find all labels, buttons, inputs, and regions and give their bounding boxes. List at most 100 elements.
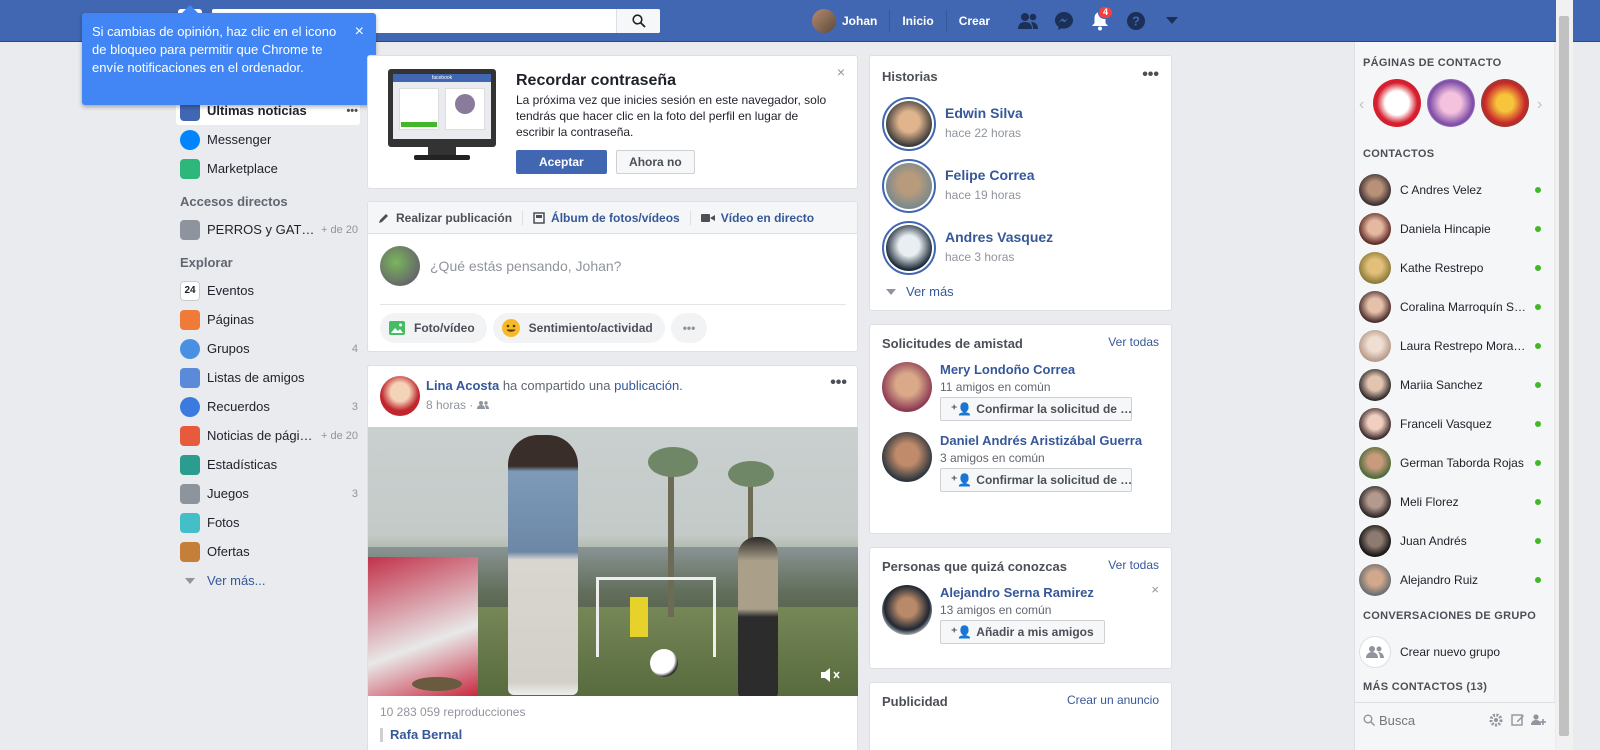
gear-icon[interactable]: [1489, 713, 1503, 727]
messenger-button[interactable]: [1046, 8, 1082, 34]
feeling-activity-button[interactable]: Sentimiento/actividad: [492, 313, 665, 343]
story-item[interactable]: Edwin Silva hace 22 horas: [882, 97, 1023, 151]
sidebar-item-groups[interactable]: Grupos 4: [180, 334, 360, 363]
dismiss-suggestion-icon[interactable]: ×: [1151, 582, 1159, 597]
add-friend-icon: ⁺👤: [951, 625, 973, 639]
chevron-left-icon[interactable]: ‹: [1359, 96, 1364, 114]
shared-post-link[interactable]: publicación.: [614, 378, 683, 393]
shared-author-link[interactable]: Rafa Bernal: [390, 727, 462, 742]
sidebar-item-pages-feed[interactable]: Noticias de pági… + de 20: [180, 421, 360, 450]
contact-name: Franceli Vasquez: [1400, 416, 1492, 431]
avatar[interactable]: [882, 585, 932, 635]
help-button[interactable]: ?: [1118, 8, 1154, 34]
sidebar-item-offers[interactable]: Ofertas: [180, 537, 360, 566]
search-icon: [1363, 714, 1375, 726]
contact-item[interactable]: C Andres Velez: [1359, 170, 1547, 209]
tab-create-post[interactable]: Realizar publicación: [378, 210, 524, 225]
sidebar-item-photos[interactable]: Fotos: [180, 508, 360, 537]
contact-item[interactable]: Coralina Marroquín S…: [1359, 287, 1547, 326]
contact-item[interactable]: Laura Restrepo Mora…: [1359, 326, 1547, 365]
contact-item[interactable]: Alejandro Ruiz: [1359, 560, 1547, 599]
profile-link[interactable]: Johan: [812, 9, 889, 33]
post-author-link[interactable]: Lina Acosta: [426, 378, 499, 393]
create-link[interactable]: Crear: [945, 10, 1002, 32]
stories-title: Historias: [882, 69, 938, 84]
tab-live-video[interactable]: Vídeo en directo: [700, 211, 824, 225]
scrollbar-thumb[interactable]: [1559, 16, 1569, 736]
contact-item[interactable]: German Taborda Rojas: [1359, 443, 1547, 482]
close-icon[interactable]: ×: [837, 64, 845, 80]
not-now-button[interactable]: Ahora no: [616, 150, 695, 174]
story-item[interactable]: Felipe Correa hace 19 horas: [882, 159, 1034, 213]
contact-item[interactable]: Meli Florez: [1359, 482, 1547, 521]
contact-name: Juan Andrés: [1400, 533, 1467, 548]
close-icon[interactable]: ×: [355, 23, 364, 41]
contact-name: C Andres Velez: [1400, 182, 1483, 197]
suggestion-name[interactable]: Alejandro Serna Ramirez: [940, 585, 1105, 600]
video-player[interactable]: [368, 427, 858, 696]
create-ad-link[interactable]: Crear un anuncio: [1067, 693, 1159, 707]
sidebar-item-memories[interactable]: Recuerdos 3: [180, 392, 360, 421]
confirm-request-button[interactable]: ⁺👤 Confirmar la solicitud de …: [940, 468, 1132, 492]
tab-photo-album[interactable]: Álbum de fotos/vídeos: [533, 210, 691, 225]
post-timestamp[interactable]: 8 horas ·: [426, 398, 473, 412]
sidebar-item-shortcut[interactable]: PERROS y GAT… + de 20: [180, 215, 360, 244]
see-all-suggestions-link[interactable]: Ver todas: [1108, 558, 1159, 572]
sidebar-item-insights[interactable]: Estadísticas: [180, 450, 360, 479]
create-group-button[interactable]: Crear nuevo grupo: [1359, 632, 1547, 671]
sidebar-item-pages[interactable]: Páginas: [180, 305, 360, 334]
avatar[interactable]: [882, 432, 932, 482]
sidebar-item-events[interactable]: 24 Eventos: [180, 276, 360, 305]
story-item[interactable]: Andres Vasquez hace 3 horas: [882, 221, 1053, 275]
story-author: Felipe Correa: [945, 167, 1035, 183]
contact-name: Coralina Marroquín S…: [1400, 299, 1527, 314]
contact-page-avatar[interactable]: [1373, 79, 1421, 127]
see-more-link[interactable]: Ver más...: [180, 566, 360, 595]
online-indicator: [1535, 499, 1541, 505]
contact-page-avatar[interactable]: [1427, 79, 1475, 127]
contact-item[interactable]: Mariia Sanchez: [1359, 365, 1547, 404]
sidebar-item-marketplace[interactable]: Marketplace: [180, 154, 360, 183]
home-link[interactable]: Inicio: [889, 10, 945, 32]
accept-button[interactable]: Aceptar: [516, 150, 607, 174]
sidebar-item-messenger[interactable]: Messenger: [180, 125, 360, 154]
chat-search-input[interactable]: [1379, 709, 1479, 731]
stories-options-icon[interactable]: •••: [1142, 66, 1159, 84]
more-options-icon[interactable]: •••: [346, 105, 358, 117]
story-time: hace 3 horas: [945, 250, 1015, 264]
friend-requests-card: Solicitudes de amistad Ver todas Mery Lo…: [869, 324, 1172, 534]
request-name[interactable]: Daniel Andrés Aristizábal Guerra: [940, 432, 1150, 449]
see-more-stories-link[interactable]: Ver más: [886, 284, 954, 299]
account-menu-button[interactable]: [1154, 8, 1190, 34]
sidebar-item-count: 4: [351, 342, 358, 355]
contact-page-avatar[interactable]: [1481, 79, 1529, 127]
confirm-request-button[interactable]: ⁺👤 Confirmar la solicitud de …: [940, 397, 1132, 421]
notifications-button[interactable]: 4: [1082, 6, 1118, 34]
avatar[interactable]: [882, 362, 932, 412]
sidebar-item-count: 3: [351, 487, 358, 500]
new-group-icon[interactable]: [1531, 713, 1547, 727]
online-indicator: [1535, 187, 1541, 193]
friend-requests-button[interactable]: [1010, 8, 1046, 34]
contact-item[interactable]: Franceli Vasquez: [1359, 404, 1547, 443]
cube-icon: [180, 454, 200, 475]
chevron-right-icon[interactable]: ›: [1537, 96, 1542, 114]
contact-item[interactable]: Juan Andrés: [1359, 521, 1547, 560]
see-all-requests-link[interactable]: Ver todas: [1108, 335, 1159, 349]
avatar[interactable]: [380, 376, 420, 416]
add-friend-button[interactable]: ⁺👤 Añadir a mis amigos: [940, 620, 1105, 644]
sidebar-item-friend-lists[interactable]: Listas de amigos: [180, 363, 360, 392]
more-options-button[interactable]: •••: [670, 313, 708, 343]
search-button[interactable]: [616, 9, 660, 33]
composer-input[interactable]: ¿Qué estás pensando, Johan?: [430, 258, 621, 274]
avatar: [886, 101, 932, 147]
compose-icon[interactable]: [1511, 713, 1525, 727]
contact-item[interactable]: Kathe Restrepo: [1359, 248, 1547, 287]
contact-item[interactable]: Daniela Hincapie: [1359, 209, 1547, 248]
sidebar-item-games[interactable]: Juegos 3: [180, 479, 360, 508]
group-conversations-heading: CONVERSACIONES DE GRUPO: [1363, 610, 1537, 622]
request-name[interactable]: Mery Londoño Correa: [940, 362, 1132, 377]
photo-video-button[interactable]: Foto/vídeo: [380, 313, 487, 343]
mute-icon[interactable]: [820, 667, 842, 686]
post-options-icon[interactable]: •••: [830, 374, 847, 392]
